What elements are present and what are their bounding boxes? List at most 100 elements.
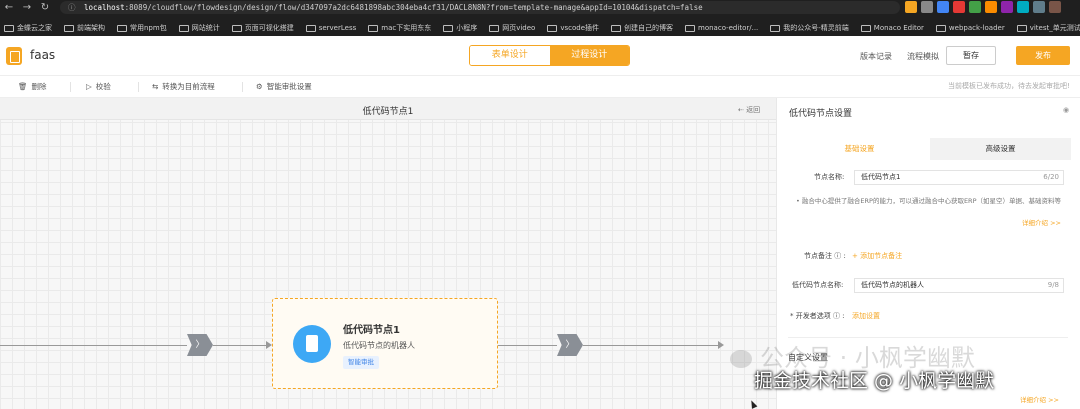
bookmark-folder[interactable]: 常用npm包 [117, 23, 167, 33]
extension-icon[interactable] [985, 1, 997, 13]
panel-title: 低代码节点设置 [789, 109, 853, 119]
canvas-title: 低代码节点1 [362, 107, 414, 117]
tab-process-design[interactable]: 过程设计 [549, 46, 629, 65]
extensions-bar [905, 1, 1061, 15]
bookmark-folder[interactable]: 金蝶云之家 [4, 23, 52, 33]
back-link[interactable]: ⇠ 返回 [738, 105, 760, 115]
bookmark-folder[interactable]: monaco-editor/... [685, 24, 758, 32]
flow-connector [0, 345, 187, 346]
validate-button[interactable]: ▷ 校验 [82, 80, 115, 94]
extension-icon[interactable] [937, 1, 949, 13]
low-code-node-card[interactable]: 低代码节点1 低代码节点的机器人 智能审批 [272, 298, 498, 389]
bookmark-folder[interactable]: vitest_单元测试 [1016, 23, 1080, 33]
add-developer-setting-link[interactable]: 添加设置 [852, 311, 880, 321]
convert-flow-button[interactable]: ⇆ 转换为目前流程 [148, 80, 219, 94]
juejin-watermark: 掘金技术社区 @ 小枫学幽默 [754, 370, 995, 392]
extension-icon[interactable] [1033, 1, 1045, 13]
gear-icon: ⚙ [256, 82, 263, 91]
folder-icon [368, 24, 379, 32]
wechat-icon [730, 350, 752, 368]
swap-icon: ⇆ [152, 82, 159, 91]
developer-option-label: * 开发者选项 ⓘ : [790, 312, 845, 320]
mode-switch: 表单设计 过程设计 [469, 45, 630, 66]
char-count: 9/8 [1047, 281, 1059, 289]
info-notice: • 融合中心提供了融合ERP的能力，可以通过融合中心获取ERP（如星空）单据、基… [796, 197, 1061, 205]
bookmark-folder[interactable]: mac下实用东东 [368, 23, 431, 33]
publish-button[interactable]: 发布 [1016, 46, 1070, 65]
node-name-input[interactable]: 低代码节点1 6/20 [854, 170, 1064, 185]
bookmark-folder[interactable]: vscode插件 [547, 23, 599, 33]
bookmark-folder[interactable]: serverLess [305, 24, 356, 32]
url-host: localhost [84, 3, 125, 12]
reload-icon[interactable]: ↻ [38, 0, 52, 15]
folder-icon [178, 24, 189, 32]
bookmark-link[interactable]: Monaco Editor [860, 24, 924, 32]
lowcode-name-value: 低代码节点的机器人 [861, 281, 924, 289]
extension-icon[interactable] [921, 1, 933, 13]
bookmark-folder[interactable]: 创建自己的博客 [611, 23, 673, 33]
toolbar-divider [242, 82, 243, 92]
folder-icon [685, 24, 696, 32]
folder-icon [231, 24, 242, 32]
extension-icon[interactable] [905, 1, 917, 13]
panel-tabs: 基础设置 高级设置 [789, 138, 1071, 160]
bookmark-folder[interactable]: webpack-loader [935, 24, 1005, 32]
folder-icon [935, 24, 946, 32]
folder-icon [1016, 24, 1027, 32]
folder-icon [611, 24, 622, 32]
flow-connector [583, 345, 718, 346]
flow-simulate-link[interactable]: 流程模拟 [907, 51, 939, 62]
folder-icon [770, 24, 781, 32]
browser-chrome: ← → ↻ ⓘ localhost:8089/cloudflow/flowdes… [0, 0, 1080, 36]
tab-advanced-settings[interactable]: 高级设置 [930, 138, 1071, 160]
app-logo-icon [6, 47, 22, 65]
arrow-head-icon [718, 341, 724, 349]
clipboard-icon [293, 325, 331, 363]
tab-basic-settings[interactable]: 基础设置 [789, 138, 930, 160]
folder-icon [305, 24, 316, 32]
extension-icon[interactable] [953, 1, 965, 13]
eye-icon[interactable]: ◉ [1063, 106, 1069, 114]
bookmark-folder[interactable]: 我的公众号-精灵前端 [770, 23, 849, 33]
tab-form-design[interactable]: 表单设计 [470, 46, 550, 65]
node-remark-label: 节点备注 ⓘ : [804, 252, 846, 260]
save-draft-button[interactable]: 暂存 [946, 46, 996, 65]
folder-icon [4, 24, 14, 32]
canvas-title-bar: 低代码节点1 ⇠ 返回 [0, 98, 776, 120]
bookmark-folder[interactable]: 网站统计 [178, 23, 220, 33]
add-remark-link[interactable]: + 添加节点备注 [852, 251, 902, 261]
extension-icon[interactable] [1001, 1, 1013, 13]
forward-nav-icon[interactable]: → [20, 0, 34, 15]
detail-link[interactable]: 详细介绍 >> [1022, 217, 1061, 227]
bookmark-folder[interactable]: 页面可视化搭建 [231, 23, 294, 33]
url-path: :8089/cloudflow/flowdesign/design/flow/d… [124, 3, 703, 12]
extension-icon[interactable] [1017, 1, 1029, 13]
bookmark-folder[interactable]: 网页video [489, 23, 535, 33]
back-nav-icon[interactable]: ← [2, 0, 16, 15]
extension-icon[interactable] [1049, 1, 1061, 13]
flow-connector [213, 345, 266, 346]
version-history-link[interactable]: 版本记录 [860, 51, 892, 62]
bottom-detail-link[interactable]: 详细介绍 >> [1020, 394, 1059, 404]
node-description: 低代码节点的机器人 [343, 341, 415, 350]
toolbar-divider [138, 82, 139, 92]
address-bar[interactable]: ⓘ localhost:8089/cloudflow/flowdesign/de… [60, 1, 900, 14]
folder-icon [860, 24, 871, 32]
lowcode-name-input[interactable]: 低代码节点的机器人 9/8 [854, 278, 1064, 293]
bookmark-folder[interactable]: 小程序 [443, 23, 477, 33]
extension-icon[interactable] [969, 1, 981, 13]
node-name-label: 节点名称: [814, 173, 845, 181]
bookmark-folder[interactable]: 前端架构 [64, 23, 105, 33]
delete-button[interactable]: 🗑 删除 [14, 80, 51, 94]
folder-icon [443, 24, 454, 32]
folder-icon [117, 24, 127, 32]
node-title: 低代码节点1 [343, 325, 400, 336]
folder-icon [489, 24, 500, 32]
site-info-icon[interactable]: ⓘ [68, 1, 76, 14]
folder-icon [547, 24, 558, 32]
smart-approval-button[interactable]: ⚙ 智能审批设置 [252, 80, 316, 94]
folder-icon [64, 24, 74, 32]
toolbar: 🗑 删除 ▷ 校验 ⇆ 转换为目前流程 ⚙ 智能审批设置 当前模板已发布成功，待去发起审… [0, 76, 1080, 98]
bookmarks-bar: 金蝶云之家 前端架构 常用npm包 网站统计 页面可视化搭建 serverLes… [0, 20, 1080, 36]
node-badge: 智能审批 [343, 356, 379, 369]
